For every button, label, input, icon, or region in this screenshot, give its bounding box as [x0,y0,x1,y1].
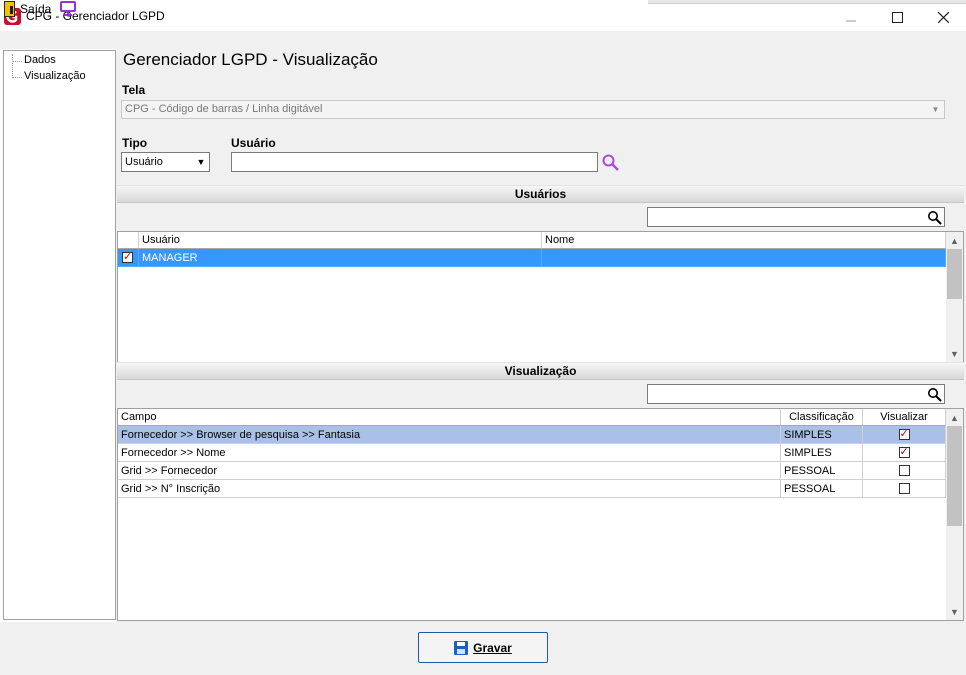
usuarios-grid[interactable]: Usuário Nome MANAGER ▲ ▼ [117,231,964,363]
cell-campo[interactable]: Grid >> Fornecedor [118,462,781,480]
usuarios-filter-input[interactable] [647,207,945,227]
visualizar-checkbox[interactable] [898,465,910,476]
exit-door-icon[interactable] [4,1,15,17]
usuarios-scrollbar[interactable]: ▲ ▼ [946,232,963,362]
cell-visualizar[interactable] [863,480,946,498]
cell-usuario[interactable]: MANAGER [139,249,542,267]
tree-item-dados[interactable]: Dados [24,54,56,66]
save-button-label: Gravar [473,640,512,655]
search-icon[interactable] [927,210,942,225]
column-header-classificacao[interactable]: Classificação [781,409,863,426]
tree-connector [12,54,13,78]
minimize-icon [846,20,856,22]
cell-campo[interactable]: Fornecedor >> Nome [118,444,781,462]
page-title: Gerenciador LGPD - Visualização [123,50,378,69]
table-row[interactable]: Grid >> Fornecedor PESSOAL [118,462,946,480]
column-header-select[interactable] [118,232,139,249]
table-row[interactable]: Fornecedor >> Browser de pesquisa >> Fan… [118,426,946,444]
visualizacao-section-header: Visualização [117,362,964,380]
menu-bar [0,31,966,49]
exit-menu-item[interactable]: Saída [20,2,51,16]
visualizar-checkbox[interactable] [898,427,910,440]
cell-campo[interactable]: Fornecedor >> Browser de pesquisa >> Fan… [118,426,781,444]
floppy-disk-icon [454,640,469,655]
column-header-usuario[interactable]: Usuário [139,232,542,249]
chevron-down-icon[interactable]: ▼ [193,153,209,171]
cell-classificacao[interactable]: PESSOAL [781,462,863,480]
chevron-down-icon[interactable]: ▼ [927,101,944,118]
usuarios-section-header: Usuários [117,185,964,203]
cell-classificacao[interactable]: SIMPLES [781,444,863,462]
visualizar-checkbox[interactable] [898,483,910,494]
scroll-down-icon[interactable]: ▼ [946,345,963,362]
table-row[interactable]: Grid >> N° Inscrição PESSOAL [118,480,946,498]
column-header-nome[interactable]: Nome [542,232,946,249]
usuario-input[interactable] [231,152,598,172]
close-button[interactable] [920,4,966,30]
row-checkbox[interactable] [122,250,133,263]
cell-visualizar[interactable] [863,444,946,462]
cell-visualizar[interactable] [863,462,946,480]
tree-connector [12,77,22,78]
visualizacao-grid[interactable]: Campo Classificação Visualizar Fornecedo… [117,408,964,621]
column-header-visualizar[interactable]: Visualizar [863,409,946,426]
search-icon[interactable] [927,387,942,402]
usuario-label: Usuário [231,136,276,150]
tree-item-visualizacao[interactable]: Visualização [24,70,86,82]
cell-nome[interactable] [542,249,946,267]
monitor-icon[interactable] [60,1,76,16]
tree-connector [12,61,22,62]
tela-label: Tela [122,83,146,97]
visualizacao-scrollbar[interactable]: ▲ ▼ [946,409,963,620]
navigation-tree: Dados Visualização [3,50,116,620]
maximize-button[interactable] [874,4,920,30]
cell-campo[interactable]: Grid >> N° Inscrição [118,480,781,498]
scroll-up-icon[interactable]: ▲ [946,409,963,426]
scroll-thumb[interactable] [947,249,962,299]
scroll-down-icon[interactable]: ▼ [946,603,963,620]
save-button[interactable]: Gravar [418,632,548,663]
table-row[interactable]: Fornecedor >> Nome SIMPLES [118,444,946,462]
visualizar-checkbox[interactable] [898,445,910,458]
maximize-icon [891,11,903,23]
table-row[interactable]: MANAGER [118,249,946,267]
scroll-thumb[interactable] [947,426,962,526]
cell-classificacao[interactable]: PESSOAL [781,480,863,498]
minimize-button[interactable] [828,4,874,30]
row-checkbox-cell[interactable] [118,249,139,267]
cell-classificacao[interactable]: SIMPLES [781,426,863,444]
tipo-label: Tipo [122,136,148,150]
column-header-campo[interactable]: Campo [118,409,781,426]
visualizacao-filter-input[interactable] [647,384,945,404]
scroll-up-icon[interactable]: ▲ [946,232,963,249]
cell-visualizar[interactable] [863,426,946,444]
search-icon[interactable] [601,153,620,172]
tela-select[interactable]: CPG - Código de barras / Linha digitável [121,100,945,119]
close-icon [937,11,949,23]
